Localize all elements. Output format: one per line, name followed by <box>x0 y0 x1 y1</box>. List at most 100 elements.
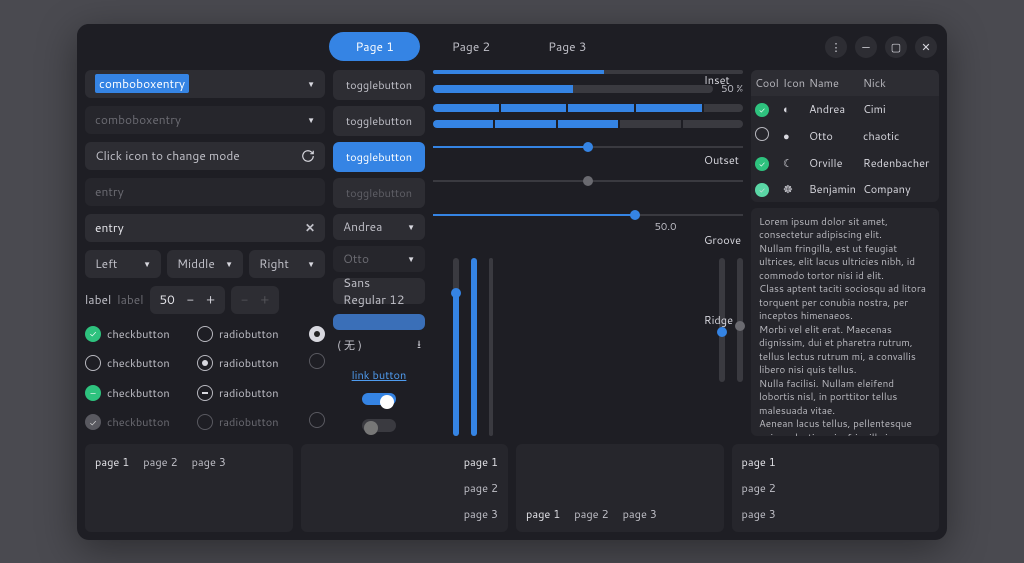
combo-value: comboboxentry <box>95 74 189 93</box>
minimize-button[interactable]: — <box>855 36 877 58</box>
radio-icon <box>309 353 325 369</box>
th-cool[interactable]: Cool <box>751 70 779 96</box>
switch-on[interactable] <box>362 393 396 405</box>
table-row[interactable]: ● Otto chaotic <box>751 122 939 150</box>
tab-page-2[interactable]: Page 2 <box>426 32 516 61</box>
dropdown-icon: ▼ <box>307 258 315 270</box>
color-button[interactable] <box>333 314 425 330</box>
nb4-tab-1[interactable]: page 1 <box>742 454 930 470</box>
close-button[interactable]: ✕ <box>915 36 937 58</box>
text-view[interactable]: Lorem ipsum dolor sit amet, consectetur … <box>751 208 939 436</box>
tab-page-3[interactable]: Page 3 <box>522 32 612 61</box>
clear-icon[interactable]: ✕ <box>305 219 315 236</box>
switch-off[interactable] <box>362 419 396 431</box>
column-widgets: comboboxentry ▼ comboboxentry ▼ Click ic… <box>85 70 325 436</box>
table-body: ✓ ◐ Andrea Cimi ● Otto chaotic✓ ☾ Orvill… <box>751 96 939 202</box>
spin-button-disabled: − + <box>231 286 279 314</box>
nb3-tab-1[interactable]: page 1 <box>526 506 560 522</box>
menu-button[interactable]: ⋮ <box>825 36 847 58</box>
link-button[interactable]: link button <box>333 367 425 383</box>
combo-value: comboboxentry <box>95 111 181 128</box>
slider-1[interactable] <box>433 138 743 156</box>
radiobutton[interactable]: radiobutton <box>197 385 301 401</box>
spin-value: 50 <box>160 291 175 308</box>
togglebutton-3-active[interactable]: togglebutton <box>333 142 425 172</box>
nb3-tab-3[interactable]: page 3 <box>623 506 657 522</box>
check-icon: ✓ <box>85 326 101 342</box>
slider-3[interactable] <box>433 206 743 224</box>
nb4-tab-3[interactable]: page 3 <box>742 506 930 522</box>
dropdown-icon: ▼ <box>307 114 315 126</box>
radiobutton[interactable]: radiobutton <box>197 326 301 342</box>
togglebutton-1[interactable]: togglebutton <box>333 70 425 100</box>
dropdown-icon: ▼ <box>407 253 415 265</box>
radio-standalone[interactable] <box>309 352 325 375</box>
titlebar: Page 1 Page 2 Page 3 ⋮ — ▢ ✕ <box>77 24 947 70</box>
entry-placeholder[interactable]: entry <box>85 178 325 206</box>
vslider-1[interactable] <box>453 258 459 436</box>
font-button[interactable]: Sans Regular 12 <box>333 278 425 304</box>
header-tabs: Page 1 Page 2 Page 3 <box>329 32 612 61</box>
check-icon <box>85 355 101 371</box>
align-left[interactable]: Left▼ <box>85 250 161 278</box>
nb2-tab-3[interactable]: page 3 <box>311 506 499 522</box>
checkbutton[interactable]: checkbutton <box>85 352 189 375</box>
frame-ridge: Ridge <box>704 312 741 328</box>
column-data: Cool Icon Name Nick ✓ ◐ Andrea Cimi ● Ot… <box>751 70 939 436</box>
align-right[interactable]: Right▼ <box>249 250 325 278</box>
row-icon: ◐ <box>779 96 805 122</box>
row-name: Otto <box>805 123 859 149</box>
cool-icon: ✓ <box>755 157 769 171</box>
nb1-tab-3[interactable]: page 3 <box>192 454 226 470</box>
table-row[interactable]: ✓ ☾ Orville Redenbacher <box>751 150 939 176</box>
slider-2-disabled <box>433 172 743 190</box>
nb2-tab-1[interactable]: page 1 <box>311 454 499 470</box>
th-nick[interactable]: Nick <box>859 70 939 96</box>
refresh-icon[interactable] <box>301 149 315 163</box>
table-header: Cool Icon Name Nick <box>751 70 939 96</box>
vertical-sliders <box>453 252 743 436</box>
plus-icon[interactable]: + <box>206 291 215 309</box>
label-b: label <box>117 291 143 308</box>
plus-icon: + <box>260 291 269 309</box>
nb4-tab-2[interactable]: page 2 <box>742 480 930 496</box>
nb1-tab-1[interactable]: page 1 <box>95 454 129 470</box>
row-nick: Cimi <box>859 96 939 122</box>
align-middle[interactable]: Middle▼ <box>167 250 243 278</box>
spin-button[interactable]: 50 − + <box>150 286 225 314</box>
combo-name-1[interactable]: Andrea▼ <box>333 214 425 240</box>
radio-standalone[interactable] <box>309 326 325 342</box>
row-name: Orville <box>805 150 859 176</box>
checkbutton[interactable]: –checkbutton <box>85 385 189 401</box>
radio-icon <box>197 385 213 401</box>
notebook-top-tabs: page 1 page 2 page 3 <box>85 444 293 532</box>
radio-icon <box>197 326 213 342</box>
vslider-3-disabled <box>489 258 493 436</box>
tab-page-1[interactable]: Page 1 <box>329 32 419 61</box>
entry-field[interactable]: entry ✕ <box>85 214 325 242</box>
radiobutton[interactable]: radiobutton <box>197 352 301 375</box>
maximize-button[interactable]: ▢ <box>885 36 907 58</box>
combo-name-2: Otto▼ <box>333 246 425 272</box>
file-label: ( 无 ) <box>337 337 362 353</box>
checkbutton[interactable]: ✓checkbutton <box>85 326 189 342</box>
minus-icon[interactable]: − <box>187 291 194 309</box>
mode-field[interactable]: Click icon to change mode <box>85 142 325 170</box>
progressbar-1 <box>433 70 743 74</box>
nb2-tab-2[interactable]: page 2 <box>311 480 499 496</box>
nb1-tab-2[interactable]: page 2 <box>143 454 177 470</box>
table-row[interactable]: ✓ ☸ Benjamin Company <box>751 176 939 202</box>
table-row[interactable]: ✓ ◐ Andrea Cimi <box>751 96 939 122</box>
download-icon: ⭳ <box>417 336 421 355</box>
togglebutton-2[interactable]: togglebutton <box>333 106 425 136</box>
notebook-right-tabs: page 1 page 2 page 3 <box>301 444 509 532</box>
radio-icon <box>197 414 213 430</box>
th-name[interactable]: Name <box>805 70 859 96</box>
th-icon[interactable]: Icon <box>779 70 805 96</box>
progressbar-2 <box>433 85 713 93</box>
vslider-2[interactable] <box>471 258 477 436</box>
file-chooser[interactable]: ( 无 ) ⭳ <box>333 336 425 355</box>
comboboxentry-selected[interactable]: comboboxentry ▼ <box>85 70 325 98</box>
slider-value-label: 50.0 <box>655 220 677 234</box>
nb3-tab-2[interactable]: page 2 <box>574 506 608 522</box>
